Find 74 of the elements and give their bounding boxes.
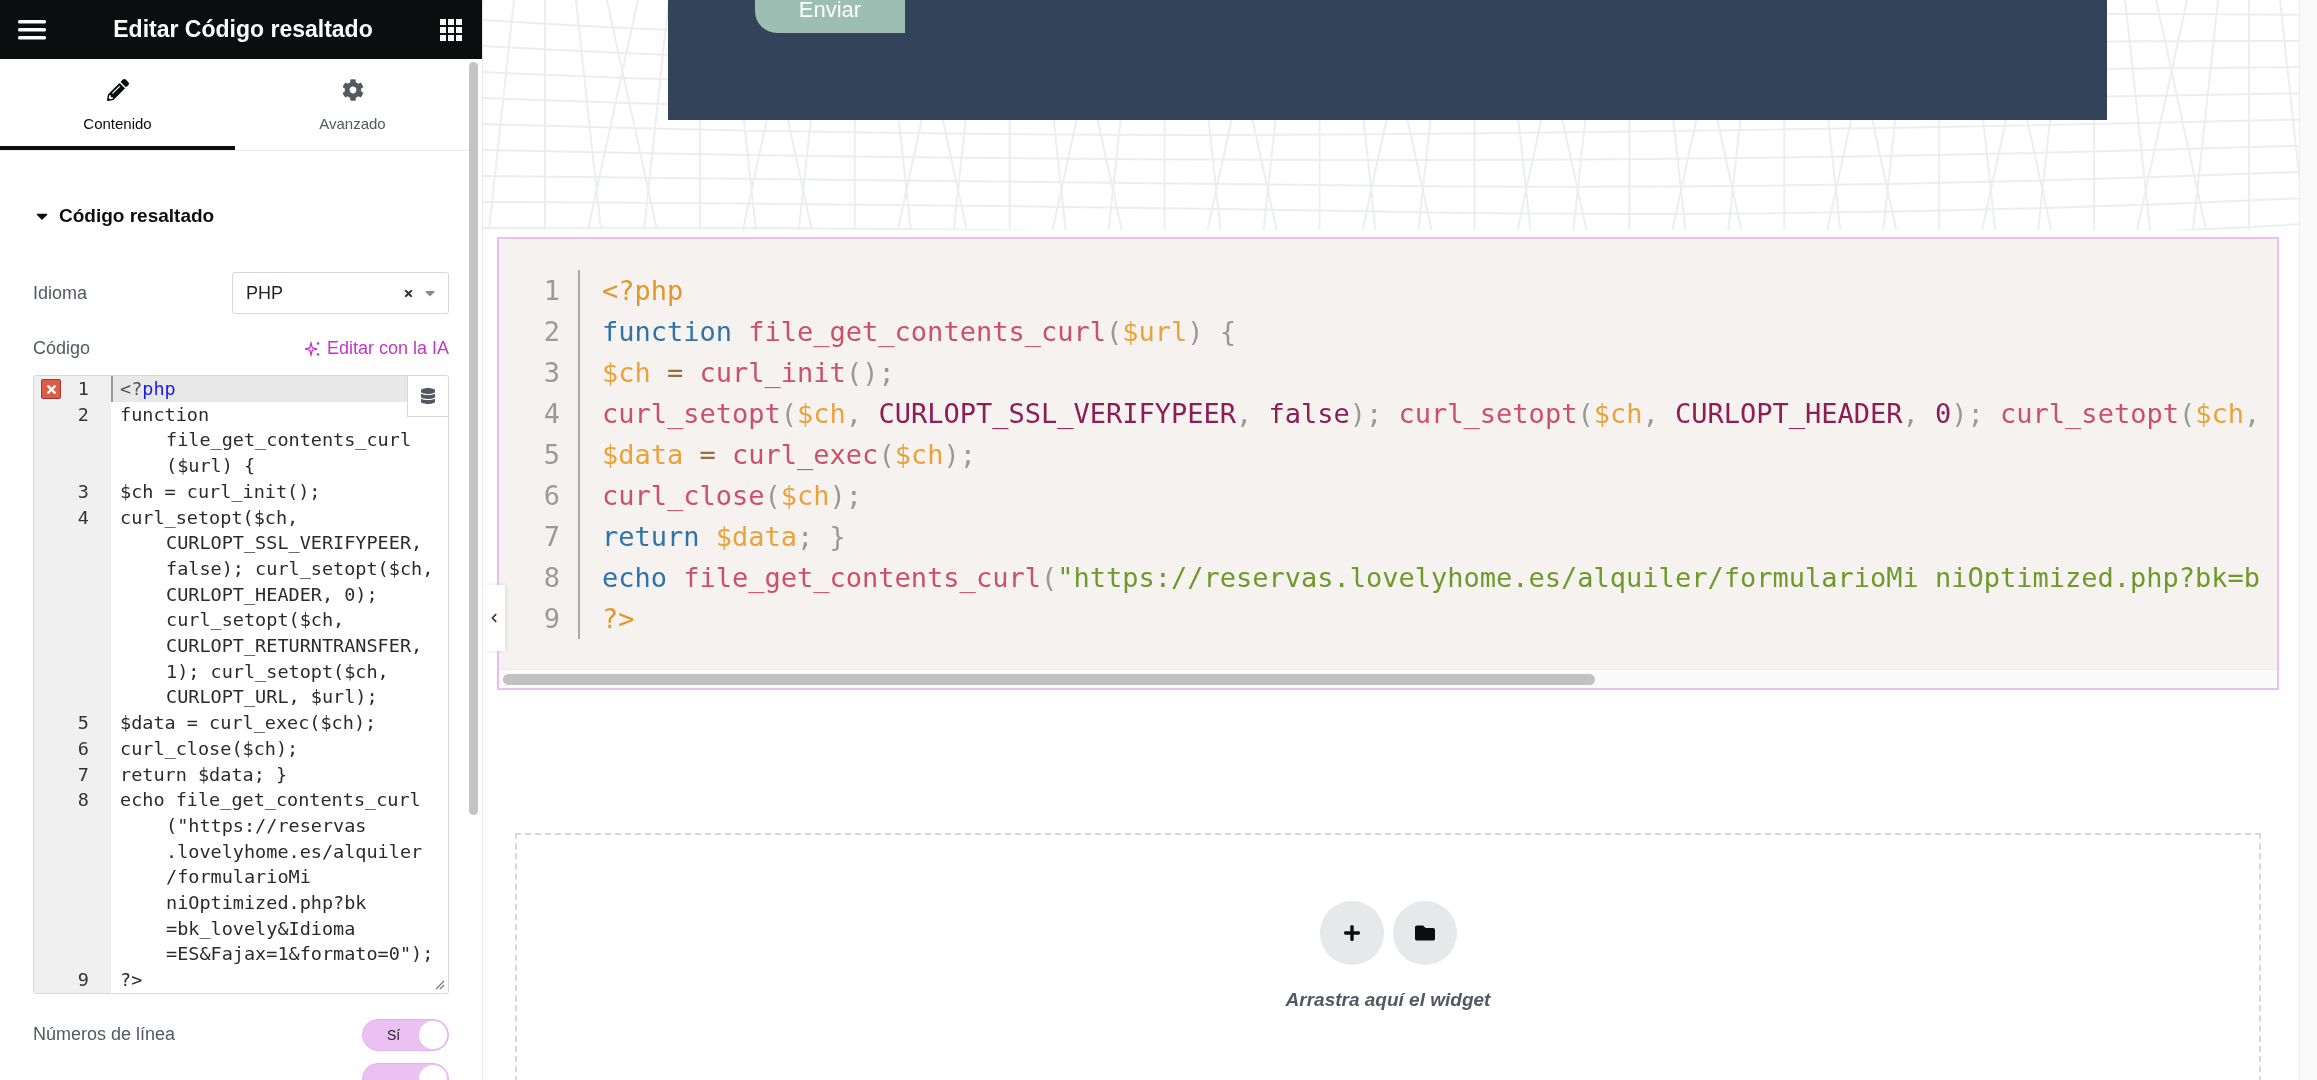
- line-number: 1: [77, 377, 89, 401]
- code-line: $data = curl_exec($ch);: [120, 711, 377, 736]
- code-line: false); curl_setopt($ch,: [165, 556, 434, 581]
- gear-icon: [341, 78, 364, 101]
- toggle-switch[interactable]: Sí: [362, 1018, 449, 1051]
- code-line: $ch = curl_init();: [601, 356, 895, 390]
- code-line: curl_setopt($ch,: [120, 505, 300, 530]
- scrollbar-thumb[interactable]: [469, 62, 478, 815]
- code-line: ($url) {: [165, 454, 257, 479]
- code-line: 1); curl_setopt($ch,: [165, 659, 390, 684]
- ai-edit-link[interactable]: Editar con la IA: [304, 338, 449, 359]
- code-line: ("https://reservas: [165, 813, 368, 838]
- code-line: =ES&Fajax=1&formato=0");: [165, 942, 434, 967]
- code-line: <?php: [120, 377, 176, 401]
- line-number: 7: [499, 516, 580, 557]
- pencil-icon: [106, 78, 129, 101]
- code-line: return $data; }: [120, 762, 288, 787]
- code-line: CURLOPT_SSL_VERIFYPEER,: [165, 531, 424, 556]
- code-line: echo file_get_contents_curl("https://reservas.lovelyhome.es/alquiler/formularioMi niOptimized.php?bk=b: [601, 561, 2261, 595]
- field-label: Números de línea: [33, 1024, 176, 1046]
- code-line: curl_setopt($ch, CURLOPT_SSL_VERIFYPEER, false); curl_setopt($ch, CURLOPT_HEADER, 0); curl_setopt($ch,: [601, 397, 2261, 431]
- code-line: CURLOPT_URL, $url);: [165, 685, 379, 710]
- folder-icon: [1414, 923, 1435, 943]
- language-select[interactable]: PHP: [232, 272, 449, 314]
- database-button[interactable]: [407, 376, 448, 417]
- code-line: .lovelyhome.es/alquiler: [165, 839, 424, 864]
- line-number: 7: [77, 762, 89, 787]
- code-line: return $data; }: [601, 520, 846, 554]
- field-label: Código: [33, 338, 91, 359]
- sparkle-icon: [304, 340, 321, 357]
- panel-tab[interactable]: Avanzado: [235, 59, 470, 150]
- code-line: curl_setopt($ch,: [165, 608, 346, 633]
- code-line: echo file_get_contents_curl: [120, 788, 422, 813]
- code-line: niOptimized.php?bk: [165, 891, 368, 916]
- code-line: function: [120, 402, 211, 427]
- line-number: 4: [499, 393, 580, 434]
- code-line: function file_get_contents_curl($url) {: [601, 315, 1236, 349]
- panel-tab[interactable]: Contenido: [0, 59, 235, 150]
- line-number: 5: [499, 434, 580, 475]
- line-number: 3: [499, 352, 580, 393]
- line-number: 3: [77, 479, 89, 504]
- code-line: file_get_contents_curl: [165, 428, 412, 453]
- code-line: $ch = curl_init();: [120, 479, 321, 504]
- horizontal-scrollbar[interactable]: [499, 669, 2277, 688]
- code-line: ?>: [601, 602, 635, 636]
- line-number: 6: [499, 475, 580, 516]
- code-line: CURLOPT_HEADER, 0);: [165, 582, 379, 607]
- line-number: 9: [77, 968, 89, 993]
- dropzone-hint: Arrastra aquí el widget: [1285, 989, 1491, 1011]
- plus-icon: [1342, 924, 1361, 942]
- chevron-left-icon: [489, 613, 499, 623]
- code-line: CURLOPT_RETURNTRANSFER,: [165, 634, 424, 659]
- section-header[interactable]: Código resaltado: [33, 203, 215, 229]
- line-number: 2: [499, 311, 580, 352]
- line-number: 6: [77, 736, 89, 761]
- code-editor[interactable]: [33, 375, 449, 994]
- code-line: =bk_lovely&Idioma: [165, 916, 357, 941]
- line-number: 5: [77, 711, 89, 736]
- apps-grid-icon[interactable]: [440, 18, 462, 41]
- code-line: $data = curl_exec($ch);: [601, 438, 976, 472]
- line-number: 1: [499, 270, 580, 311]
- menu-icon[interactable]: [18, 19, 46, 40]
- code-line: ?>: [120, 968, 143, 993]
- line-number: 4: [77, 505, 89, 530]
- database-icon: [420, 388, 436, 404]
- line-number: 8: [77, 788, 89, 813]
- code-line: curl_close($ch);: [120, 736, 299, 761]
- clear-icon[interactable]: [403, 287, 414, 299]
- line-number: 2: [77, 402, 89, 427]
- panel-title: Editar Código resaltado: [113, 16, 373, 43]
- field-label: Idioma: [33, 282, 88, 304]
- code-line: /formularioMi: [165, 865, 312, 890]
- code-line: curl_close($ch);: [601, 479, 863, 513]
- code-line: <?php: [601, 274, 684, 308]
